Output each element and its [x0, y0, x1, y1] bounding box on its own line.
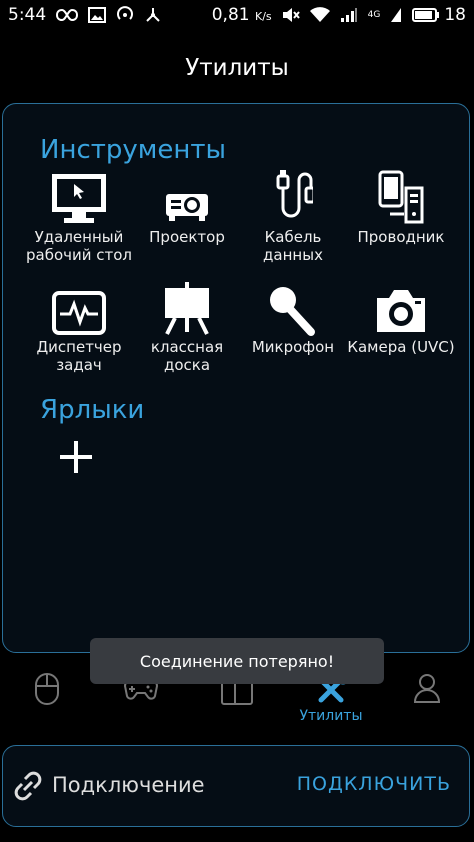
tool-explorer[interactable]: Проводник: [347, 164, 455, 246]
nav-mouse[interactable]: [0, 672, 94, 730]
shortcuts-section-title: Ярлыки: [40, 395, 145, 425]
image-icon: [88, 7, 107, 23]
wifi-icon: [309, 7, 330, 22]
tool-microphone[interactable]: Микрофон: [239, 274, 347, 356]
tool-data-cable[interactable]: Кабель данных: [239, 164, 347, 264]
connection-bar: Подключение ПОДКЛЮЧИТЬ: [2, 745, 470, 827]
tool-whiteboard[interactable]: классная доска: [133, 274, 241, 374]
add-shortcut-button[interactable]: [56, 437, 96, 477]
broken-link-icon: [14, 771, 42, 801]
nav-account[interactable]: [380, 672, 474, 730]
nav-utilities-label: Утилиты: [299, 708, 363, 724]
whiteboard-icon: [165, 282, 209, 335]
user-icon: [413, 674, 441, 703]
remote-desktop-icon: [52, 174, 106, 223]
status-time: 5:44: [8, 5, 47, 25]
explorer-icon: [378, 170, 424, 224]
tool-camera[interactable]: Камера (UVC): [347, 274, 455, 356]
tool-task-manager[interactable]: Диспетчер задач: [25, 274, 133, 374]
network-speed: 0,81 K/s: [211, 5, 272, 25]
network-type: 4G: [367, 9, 381, 20]
camera-icon: [377, 290, 425, 332]
projector-icon: [166, 194, 208, 221]
infinity-icon: [56, 9, 79, 21]
signal-icon-2: [391, 8, 402, 22]
toast-message: Соединение потеряно!: [90, 638, 384, 684]
battery-icon: [412, 8, 440, 22]
tool-remote-desktop[interactable]: Удаленный рабочий стол: [25, 164, 133, 264]
page-title: Утилиты: [185, 55, 289, 81]
connect-button[interactable]: ПОДКЛЮЧИТЬ: [297, 773, 451, 795]
hotspot-icon: [117, 6, 134, 20]
mute-icon: [282, 8, 300, 22]
signal-icon: [340, 8, 357, 22]
share-icon: [146, 8, 160, 22]
tool-projector[interactable]: Проектор: [133, 164, 241, 246]
task-manager-icon: [52, 291, 106, 335]
mouse-icon: [35, 673, 59, 705]
tools-section-title: Инструменты: [40, 135, 227, 165]
connection-title: Подключение: [52, 773, 205, 797]
microphone-icon: [270, 287, 315, 336]
battery: 18: [412, 5, 466, 25]
status-bar: 5:44 0,81 K/s 4G 18: [0, 0, 474, 30]
cable-icon: [276, 170, 313, 218]
utilities-panel: Инструменты Удаленный рабочий стол Проект…: [2, 103, 470, 653]
